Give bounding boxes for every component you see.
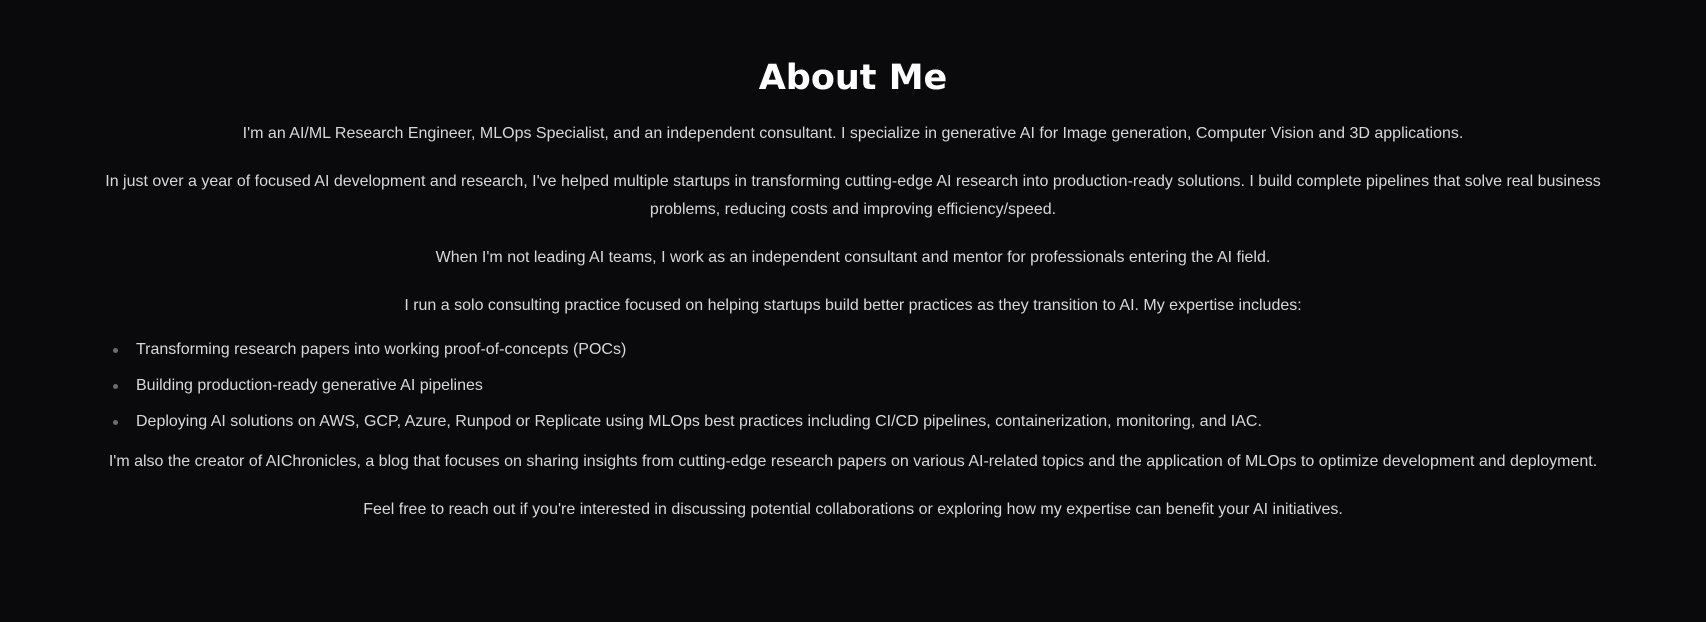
list-item-text: Transforming research papers into workin…	[136, 341, 627, 358]
list-item-text: Deploying AI solutions on AWS, GCP, Azur…	[136, 413, 1262, 430]
about-section: I'm an AI/ML Research Engineer, MLOps Sp…	[103, 120, 1603, 524]
consulting-paragraph: When I'm not leading AI teams, I work as…	[435, 249, 1271, 266]
blog-paragraph: I'm also the creator of AIChronicles, a …	[108, 453, 1598, 470]
experience-paragraph: In just over a year of focused AI develo…	[105, 173, 1601, 218]
bullet-icon	[113, 420, 118, 425]
practice-paragraph: I run a solo consulting practice focused…	[404, 297, 1302, 314]
list-item-text: Building production-ready generative AI …	[136, 377, 483, 394]
bullet-icon	[113, 348, 118, 353]
page-title: About Me	[758, 58, 948, 98]
contact-paragraph: Feel free to reach out if you're interes…	[363, 501, 1343, 518]
list-item: Building production-ready generative AI …	[103, 374, 1603, 398]
expertise-list: Transforming research papers into workin…	[103, 338, 1603, 434]
bullet-icon	[113, 384, 118, 389]
list-item: Deploying AI solutions on AWS, GCP, Azur…	[103, 410, 1603, 434]
list-item: Transforming research papers into workin…	[103, 338, 1603, 362]
intro-paragraph: I'm an AI/ML Research Engineer, MLOps Sp…	[242, 125, 1464, 142]
about-page: About Me I'm an AI/ML Research Engineer,…	[0, 0, 1706, 622]
